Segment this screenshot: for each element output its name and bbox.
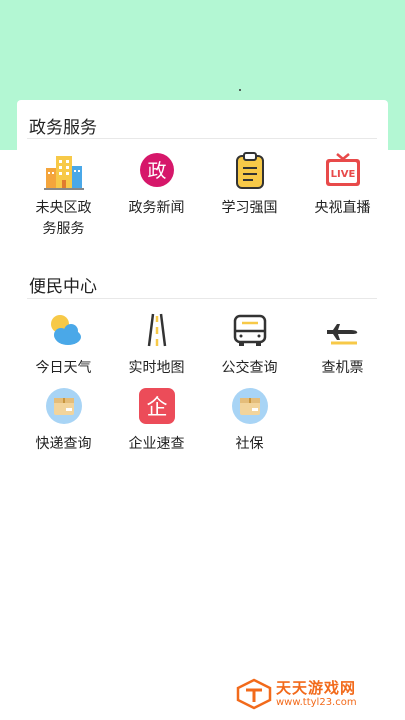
section-title-convenience-center: 便民中心 xyxy=(29,277,97,297)
gov-news-icon-text: 政 xyxy=(147,160,166,182)
live-icon-text: LIVE xyxy=(330,169,355,180)
enterprise-icon: 企 xyxy=(137,386,177,426)
banner-dot xyxy=(239,89,241,91)
item-express-query[interactable]: 快递查询 xyxy=(17,386,110,455)
watermark-url: www.ttyl23.com xyxy=(276,696,357,708)
item-label: 企业速查 xyxy=(128,436,185,452)
parcel-icon xyxy=(230,386,270,426)
divider xyxy=(27,138,377,139)
services-card: 政务服务 未央区政务服务 政 政务新闻 学习强国 LIVE 央视直播 便民中心 … xyxy=(17,100,388,460)
item-weiyang-gov-services[interactable]: 未央区政务服务 xyxy=(17,150,110,240)
item-social-security[interactable]: 社保 xyxy=(203,386,296,455)
item-weather[interactable]: 今日天气 xyxy=(17,310,110,379)
bus-icon xyxy=(230,310,270,350)
item-label: 实时地图 xyxy=(128,360,185,376)
road-icon xyxy=(137,310,177,350)
item-label: 央视直播 xyxy=(314,200,371,216)
item-label: 未央区政务服务 xyxy=(35,200,92,237)
item-gov-news[interactable]: 政 政务新闻 xyxy=(110,150,203,219)
section-title-gov-services: 政务服务 xyxy=(29,118,97,138)
enterprise-icon-text: 企 xyxy=(146,395,167,419)
item-label: 社保 xyxy=(235,436,264,452)
divider xyxy=(27,298,377,299)
item-enterprise-query[interactable]: 企 企业速查 xyxy=(110,386,203,455)
item-realtime-map[interactable]: 实时地图 xyxy=(110,310,203,379)
item-flight-tickets[interactable]: 查机票 xyxy=(296,310,389,379)
item-study-app[interactable]: 学习强国 xyxy=(203,150,296,219)
watermark: 天天游戏网 www.ttyl23.com xyxy=(236,678,357,710)
building-icon xyxy=(43,150,84,190)
weather-icon xyxy=(44,310,84,350)
watermark-name: 天天游戏网 xyxy=(276,678,357,697)
parcel-icon xyxy=(44,386,84,426)
live-tv-icon: LIVE xyxy=(323,150,363,190)
item-bus-query[interactable]: 公交查询 xyxy=(203,310,296,379)
item-cctv-live[interactable]: LIVE 央视直播 xyxy=(296,150,389,219)
airplane-icon xyxy=(323,310,363,350)
gov-news-icon: 政 xyxy=(137,150,177,190)
item-label: 查机票 xyxy=(321,360,364,376)
clipboard-icon xyxy=(230,150,270,190)
item-label: 公交查询 xyxy=(221,360,278,376)
item-label: 快递查询 xyxy=(35,436,92,452)
item-label: 今日天气 xyxy=(35,360,92,376)
item-label: 学习强国 xyxy=(221,200,278,216)
item-label: 政务新闻 xyxy=(128,200,185,216)
watermark-logo-icon xyxy=(236,678,272,710)
